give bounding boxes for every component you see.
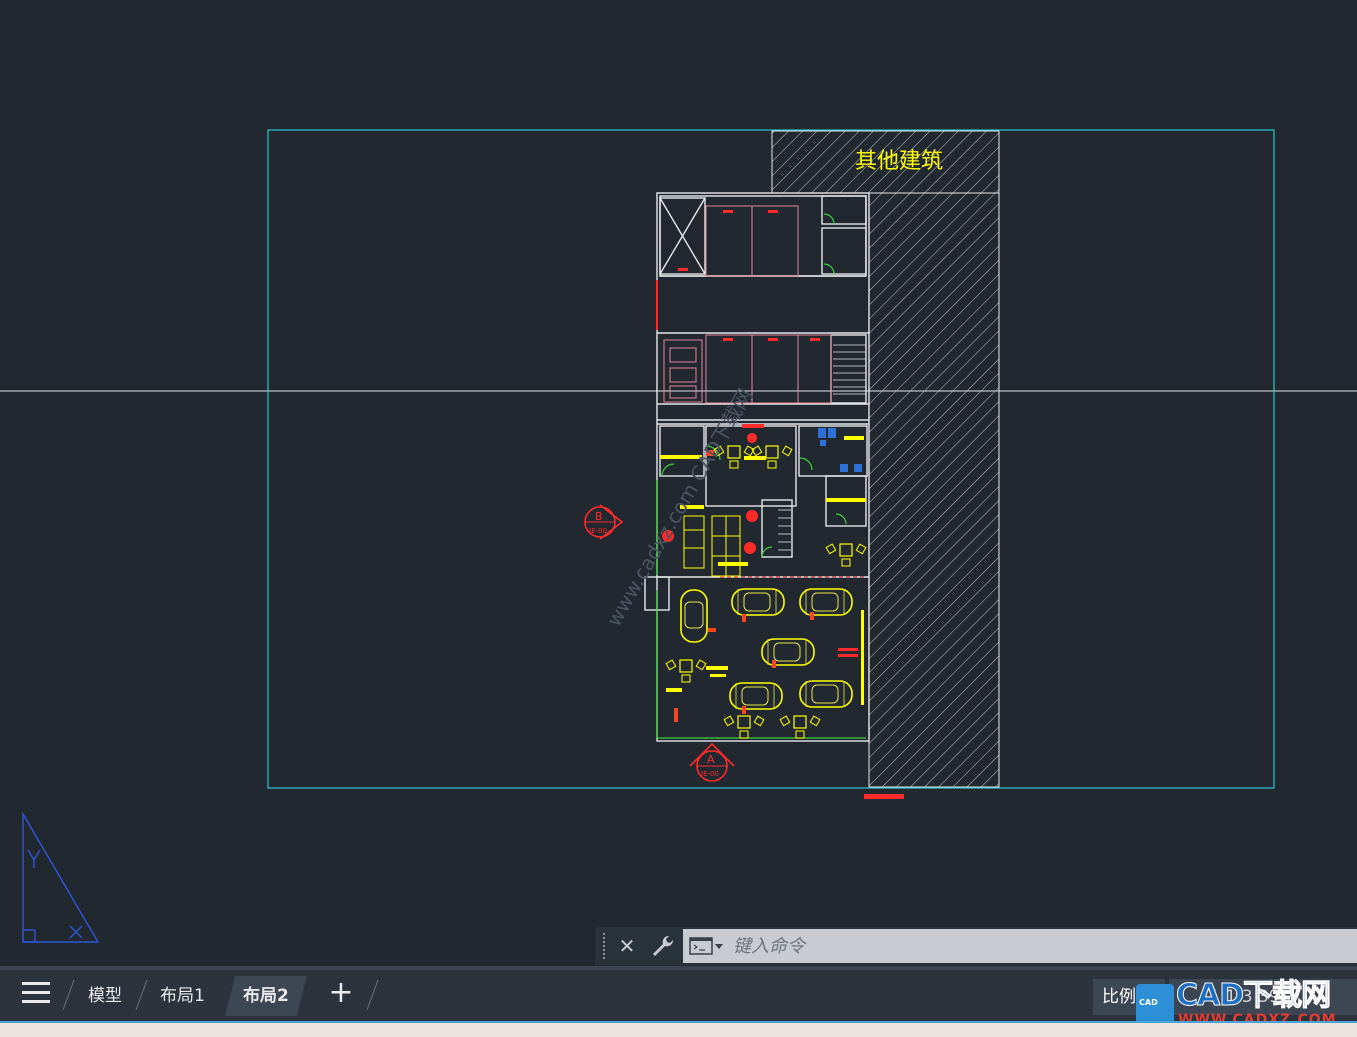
storage-racks [663, 205, 832, 404]
command-line-grip[interactable] [603, 933, 607, 959]
tab-layout1[interactable]: 布局1 [160, 976, 205, 1016]
stair-treads [778, 344, 866, 551]
other-building-label: 其他建筑 [855, 149, 943, 174]
command-input[interactable] [733, 929, 1343, 963]
tab-layout2[interactable]: 布局2 [225, 976, 307, 1016]
cad-logo-icon: CAD [1136, 984, 1174, 1026]
svg-text:A: A [707, 753, 715, 766]
toilet-fixtures [818, 428, 862, 472]
showroom-cars [680, 588, 853, 710]
svg-text:IE-00: IE-00 [701, 770, 719, 778]
command-prompt-icon[interactable] [689, 936, 725, 956]
tab-model[interactable]: 模型 [88, 976, 122, 1016]
layout-viewport-border [267, 129, 1275, 789]
tab-separator [62, 980, 75, 1010]
svg-text:IE-00: IE-00 [589, 527, 607, 535]
close-icon[interactable]: ✕ [615, 932, 639, 960]
window-bottom-edge [0, 1021, 1357, 1037]
command-input-box [683, 929, 1357, 963]
ucs-icon [22, 811, 100, 943]
tab-separator [366, 980, 379, 1010]
drawing-canvas[interactable]: 其他建筑 B IE-00 A IE-00 www.cadxz.com CAD下载… [0, 0, 1357, 966]
section-marker-a: A IE-00 [689, 742, 735, 782]
hamburger-icon[interactable] [22, 982, 50, 1006]
command-line: ✕ [595, 927, 1357, 965]
workstations [683, 515, 741, 577]
wrench-icon[interactable] [649, 932, 677, 960]
tab-separator [135, 980, 148, 1010]
svg-text:B: B [595, 510, 603, 523]
floor-plan [644, 192, 870, 742]
plus-icon[interactable]: + [328, 978, 354, 1008]
section-marker-b: B IE-00 [584, 504, 624, 540]
watermark-title: CAD下载网 [1175, 978, 1331, 1014]
